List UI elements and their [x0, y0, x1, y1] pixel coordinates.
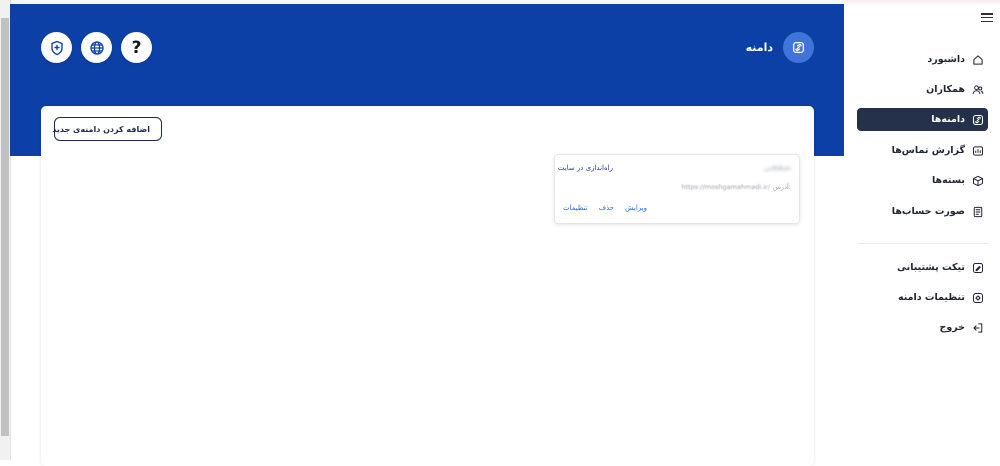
sidebar-item-packages[interactable]: بسته‌ها	[857, 169, 988, 192]
sidebar-item-label: خروج	[939, 322, 965, 333]
sidebar-item-invoices[interactable]: صورت حساب‌ها	[857, 200, 988, 223]
sidebar-item-logout[interactable]: خروج	[857, 316, 988, 339]
link-icon	[972, 114, 984, 125]
scrollbar-thumb[interactable]	[1, 18, 9, 436]
package-icon	[973, 175, 983, 186]
address-label: آدرس:	[773, 183, 791, 191]
domain-address: https://moshgamahmadi.ir/ آدرس:	[681, 183, 791, 191]
logout-icon	[973, 322, 983, 333]
domain-name: شفقی	[763, 163, 791, 172]
sidebar-item-label: دامنه‌ها	[931, 114, 965, 125]
globe-icon	[89, 40, 104, 55]
setup-on-site-link[interactable]: راه‌اندازی در سایت	[558, 164, 613, 172]
sidebar-item-domain-settings[interactable]: تنظیمات دامنه	[857, 286, 988, 309]
home-icon	[973, 54, 983, 65]
page-title: دامنه	[745, 41, 773, 54]
sidebar-item-domains[interactable]: دامنه‌ها	[857, 108, 988, 131]
domain-settings-icon	[973, 292, 983, 303]
sidebar-item-label: تنظیمات دامنه	[897, 292, 965, 303]
sidebar-item-support-ticket[interactable]: تیکت پشتیبانی	[857, 256, 988, 279]
page-header: دامنه	[746, 32, 814, 63]
menu-toggle-icon[interactable]	[981, 13, 993, 22]
help-icon: ?	[131, 37, 142, 58]
sidebar-item-dashboard[interactable]: داشبورد	[857, 48, 988, 71]
sidebar-item-colleagues[interactable]: همکاران	[857, 78, 988, 101]
delete-link[interactable]: حذف	[599, 204, 614, 212]
address-value: https://moshgamahmadi.ir/	[681, 183, 771, 191]
sidebar-item-label: بسته‌ها	[931, 175, 965, 186]
sidebar-item-label: صورت حساب‌ها	[891, 206, 965, 217]
settings-link[interactable]: تنظیمات	[563, 204, 588, 212]
help-button[interactable]: ?	[121, 32, 152, 63]
shield-button[interactable]	[41, 32, 72, 63]
report-icon	[973, 145, 983, 156]
sidebar-divider	[858, 243, 988, 244]
top-accent	[844, 0, 1000, 2]
add-domain-button[interactable]: اضافه کردن دامنه‌ی جدید	[52, 117, 162, 141]
sidebar-item-call-reports[interactable]: گزارش تماس‌ها	[857, 139, 988, 162]
domain-actions: تنظیمات حذف ویرایش	[563, 204, 647, 212]
language-button[interactable]	[81, 32, 112, 63]
sidebar: داشبورد همکاران دامنه‌ها گزارش تماس‌ها ب…	[844, 4, 1000, 460]
link-icon	[792, 41, 805, 54]
sidebar-item-label: داشبورد	[927, 54, 965, 65]
ticket-icon	[973, 262, 983, 273]
users-icon	[972, 84, 984, 94]
edit-link[interactable]: ویرایش	[625, 204, 647, 212]
add-domain-label: اضافه کردن دامنه‌ی جدید	[52, 124, 150, 134]
invoice-icon	[973, 206, 983, 217]
domain-card: شفقی راه‌اندازی در سایت https://moshgama…	[554, 154, 800, 224]
page-icon	[783, 32, 814, 63]
sidebar-item-label: گزارش تماس‌ها	[891, 145, 965, 156]
shield-icon	[50, 40, 63, 55]
sidebar-item-label: تیکت پشتیبانی	[897, 262, 965, 273]
sidebar-item-label: همکاران	[926, 84, 965, 95]
